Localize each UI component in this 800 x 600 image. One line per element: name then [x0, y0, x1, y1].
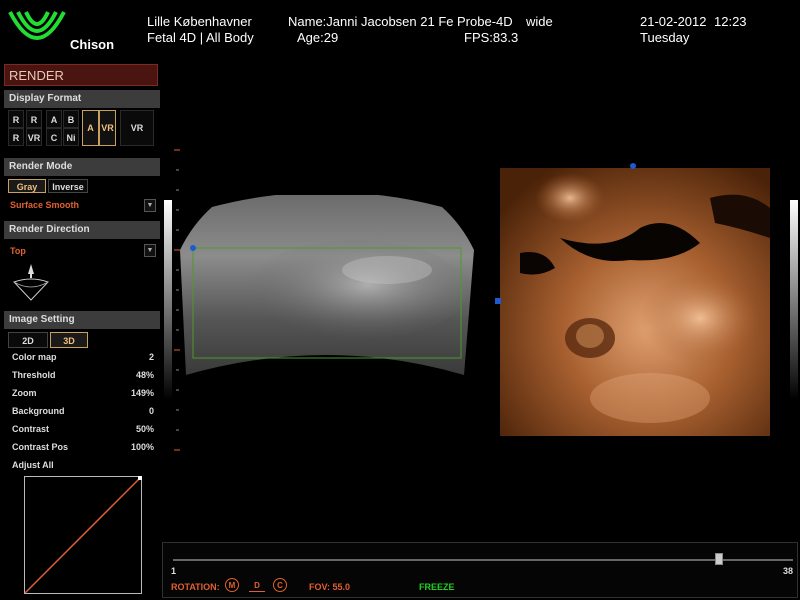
patient-name: Name:Janni Jacobsen 21 Fe	[288, 14, 454, 29]
display-format-grid: R R A B R VR C Ni A VR VR	[6, 110, 156, 150]
render-direction-header: Render Direction	[4, 221, 160, 239]
param-label: Color map	[12, 352, 57, 362]
format-button-r3[interactable]: R	[8, 128, 24, 146]
adjust-all-label[interactable]: Adjust All	[12, 457, 154, 473]
cine-control-bar: 1 38 ROTATION: M D C FOV: 55.0 FREEZE	[162, 542, 798, 598]
format-button-r2[interactable]: R	[26, 110, 42, 128]
param-label: Contrast	[12, 424, 50, 434]
render-direction-dropdown-icon[interactable]: ▼	[144, 244, 156, 257]
render-mode-select[interactable]: Surface Smooth	[10, 200, 79, 210]
cine-slider-track[interactable]	[173, 559, 793, 561]
rotation-label: ROTATION:	[171, 582, 220, 592]
cine-slider-thumb[interactable]	[714, 553, 723, 565]
param-value: 50%	[135, 424, 154, 434]
render-handle-top[interactable]	[630, 163, 636, 169]
param-value: 0	[148, 406, 154, 416]
inverse-toggle[interactable]: Inverse	[48, 179, 88, 193]
render-handle-left[interactable]	[495, 298, 501, 304]
render-direction-select[interactable]: Top	[10, 246, 26, 256]
fov-display: FOV: 55.0	[309, 582, 351, 592]
format-button-b[interactable]: B	[63, 110, 79, 128]
param-value: 149%	[130, 388, 154, 398]
param-label: Zoom	[12, 388, 37, 398]
probe-name: Probe-4D	[457, 14, 513, 29]
param-zoom[interactable]: Zoom 149%	[12, 385, 154, 401]
tone-curve-graph[interactable]	[24, 476, 142, 594]
format-button-a-active[interactable]: A	[82, 110, 99, 146]
slider-min-label: 1	[171, 566, 177, 576]
panel-title: RENDER	[4, 64, 158, 86]
param-value: 100%	[130, 442, 154, 452]
format-button-ni[interactable]: Ni	[63, 128, 79, 146]
param-label: Threshold	[12, 370, 56, 380]
display-format-header: Display Format	[4, 90, 160, 108]
format-button-c[interactable]: C	[46, 128, 62, 146]
format-button-r1[interactable]: R	[8, 110, 24, 128]
grayscale-bar-right	[790, 200, 798, 400]
param-label: Contrast Pos	[12, 442, 69, 452]
header-bar: Chison Lille Københavner Fetal 4D | All …	[0, 0, 800, 60]
param-threshold[interactable]: Threshold 48%	[12, 367, 154, 383]
rotation-d-button[interactable]: D	[249, 580, 265, 592]
date-display: 21-02-2012	[640, 14, 707, 29]
param-contrast[interactable]: Contrast 50%	[12, 421, 154, 437]
param-label: Background	[12, 406, 65, 416]
freeze-status: FREEZE	[419, 582, 455, 592]
roi-handle[interactable]	[190, 245, 196, 251]
param-value: 2	[148, 352, 154, 362]
render-mode-header: Render Mode	[4, 158, 160, 176]
volume-render-image[interactable]	[500, 168, 770, 436]
time-display: 12:23	[714, 14, 747, 29]
chison-logo-icon	[8, 11, 66, 40]
param-color-map[interactable]: Color map 2	[12, 349, 154, 365]
bmode-ultrasound-image[interactable]	[172, 195, 482, 395]
format-button-vr[interactable]: VR	[120, 110, 154, 146]
param-contrast-pos[interactable]: Contrast Pos 100%	[12, 439, 154, 455]
format-button-vr-active[interactable]: VR	[99, 110, 116, 146]
hospital-name: Lille Københavner	[147, 14, 252, 29]
slider-max-label: 38	[783, 566, 794, 576]
format-button-a[interactable]: A	[46, 110, 62, 128]
param-value: 48%	[135, 370, 154, 380]
curve-handle[interactable]	[138, 476, 142, 480]
image-setting-header: Image Setting	[4, 311, 160, 329]
rotation-m-button[interactable]: M	[225, 578, 239, 592]
exam-preset: Fetal 4D | All Body	[147, 30, 254, 45]
render-mode-dropdown-icon[interactable]: ▼	[144, 199, 156, 212]
tab-3d[interactable]: 3D	[50, 332, 88, 348]
brand-name: Chison	[70, 37, 115, 52]
param-background[interactable]: Background 0	[12, 403, 154, 419]
view-direction-icon	[13, 264, 49, 301]
rotation-c-button[interactable]: C	[273, 578, 287, 592]
gray-toggle[interactable]: Gray	[8, 179, 46, 193]
patient-age: Age:29	[297, 30, 339, 45]
format-button-vr-small[interactable]: VR	[26, 128, 42, 146]
frame-rate: FPS:83.3	[464, 30, 519, 45]
weekday-display: Tuesday	[640, 30, 690, 45]
render-panel: RENDER Display Format R R A B R VR C Ni …	[4, 64, 160, 600]
probe-mode: wide	[526, 14, 553, 29]
tab-2d[interactable]: 2D	[8, 332, 48, 348]
